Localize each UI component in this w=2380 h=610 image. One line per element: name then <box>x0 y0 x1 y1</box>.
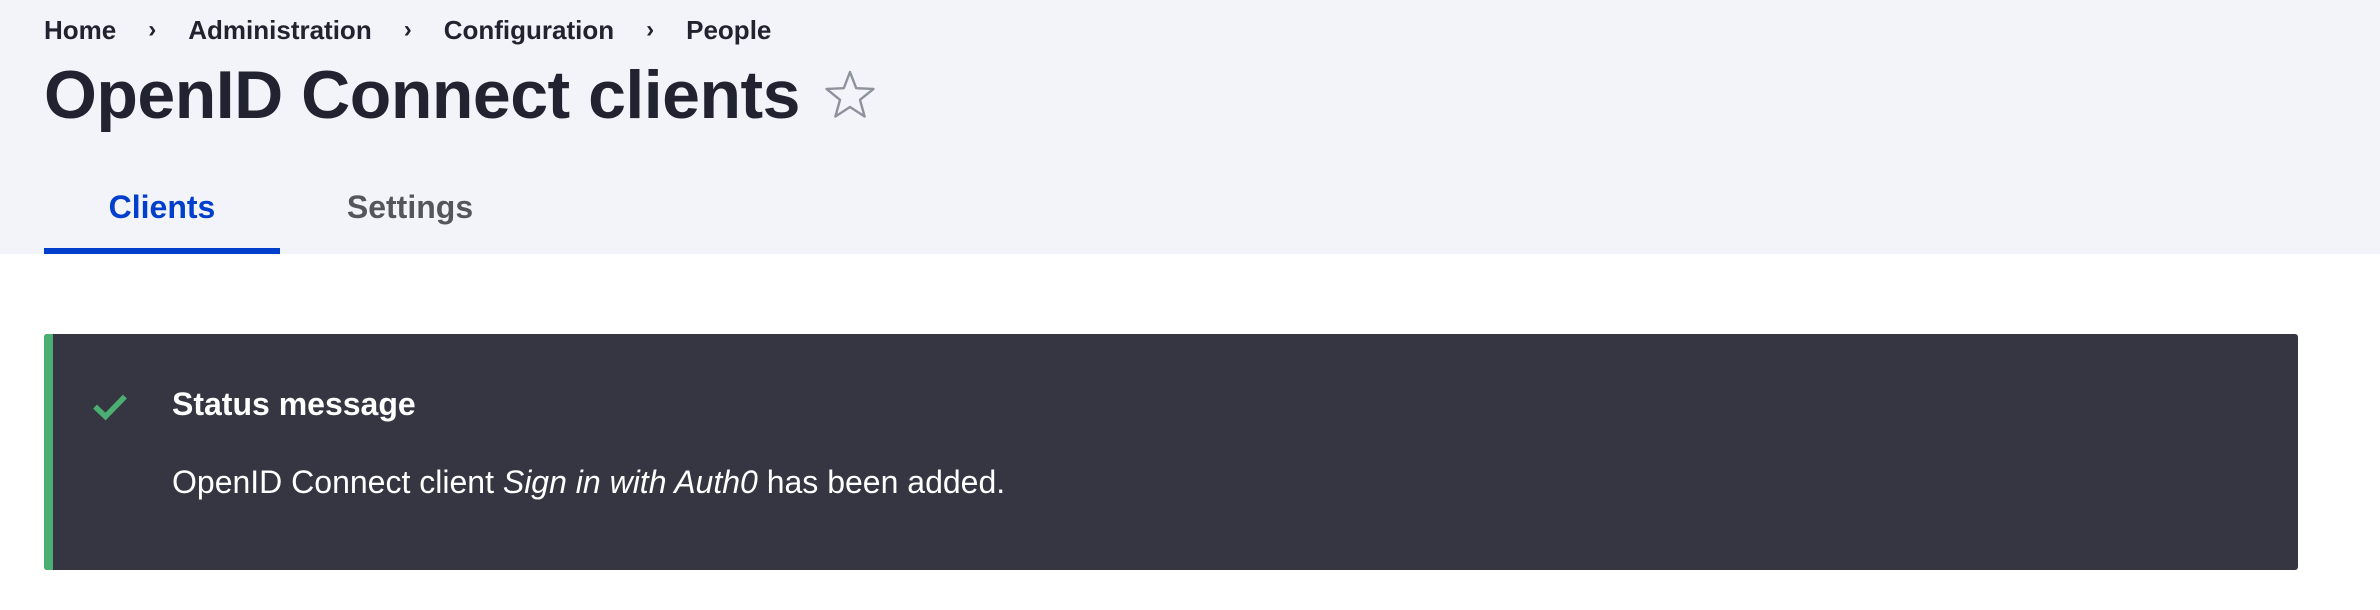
status-message-suffix: has been added. <box>766 464 1006 500</box>
status-text: OpenID Connect client Sign in with Auth0… <box>172 462 1005 502</box>
breadcrumb-separator: › <box>646 16 655 43</box>
status-client-name: Sign in with Auth0 <box>502 464 758 500</box>
status-stripe <box>44 334 53 570</box>
breadcrumb: Home › Administration › Configuration › … <box>44 14 771 46</box>
breadcrumb-people-link[interactable]: People <box>686 14 771 46</box>
status-title: Status message <box>172 386 416 422</box>
status-message-prefix: OpenID Connect client <box>172 464 494 500</box>
breadcrumb-home-link[interactable]: Home <box>44 14 116 46</box>
page-title-row: OpenID Connect clients <box>44 54 878 136</box>
status-message: Status message OpenID Connect client Sig… <box>44 334 2298 570</box>
primary-tabs: Clients Settings <box>44 168 540 254</box>
page-title: OpenID Connect clients <box>44 57 801 133</box>
star-outline-icon <box>825 70 875 118</box>
breadcrumb-administration-link[interactable]: Administration <box>188 14 371 46</box>
breadcrumb-separator: › <box>403 16 412 43</box>
breadcrumb-separator: › <box>148 16 157 43</box>
tab-clients[interactable]: Clients <box>44 168 280 254</box>
breadcrumb-configuration-link[interactable]: Configuration <box>444 14 614 46</box>
shortcut-star-button[interactable] <box>822 65 878 125</box>
tab-settings[interactable]: Settings <box>280 168 540 254</box>
checkmark-icon <box>93 394 127 421</box>
page-header: Home › Administration › Configuration › … <box>0 0 2380 254</box>
